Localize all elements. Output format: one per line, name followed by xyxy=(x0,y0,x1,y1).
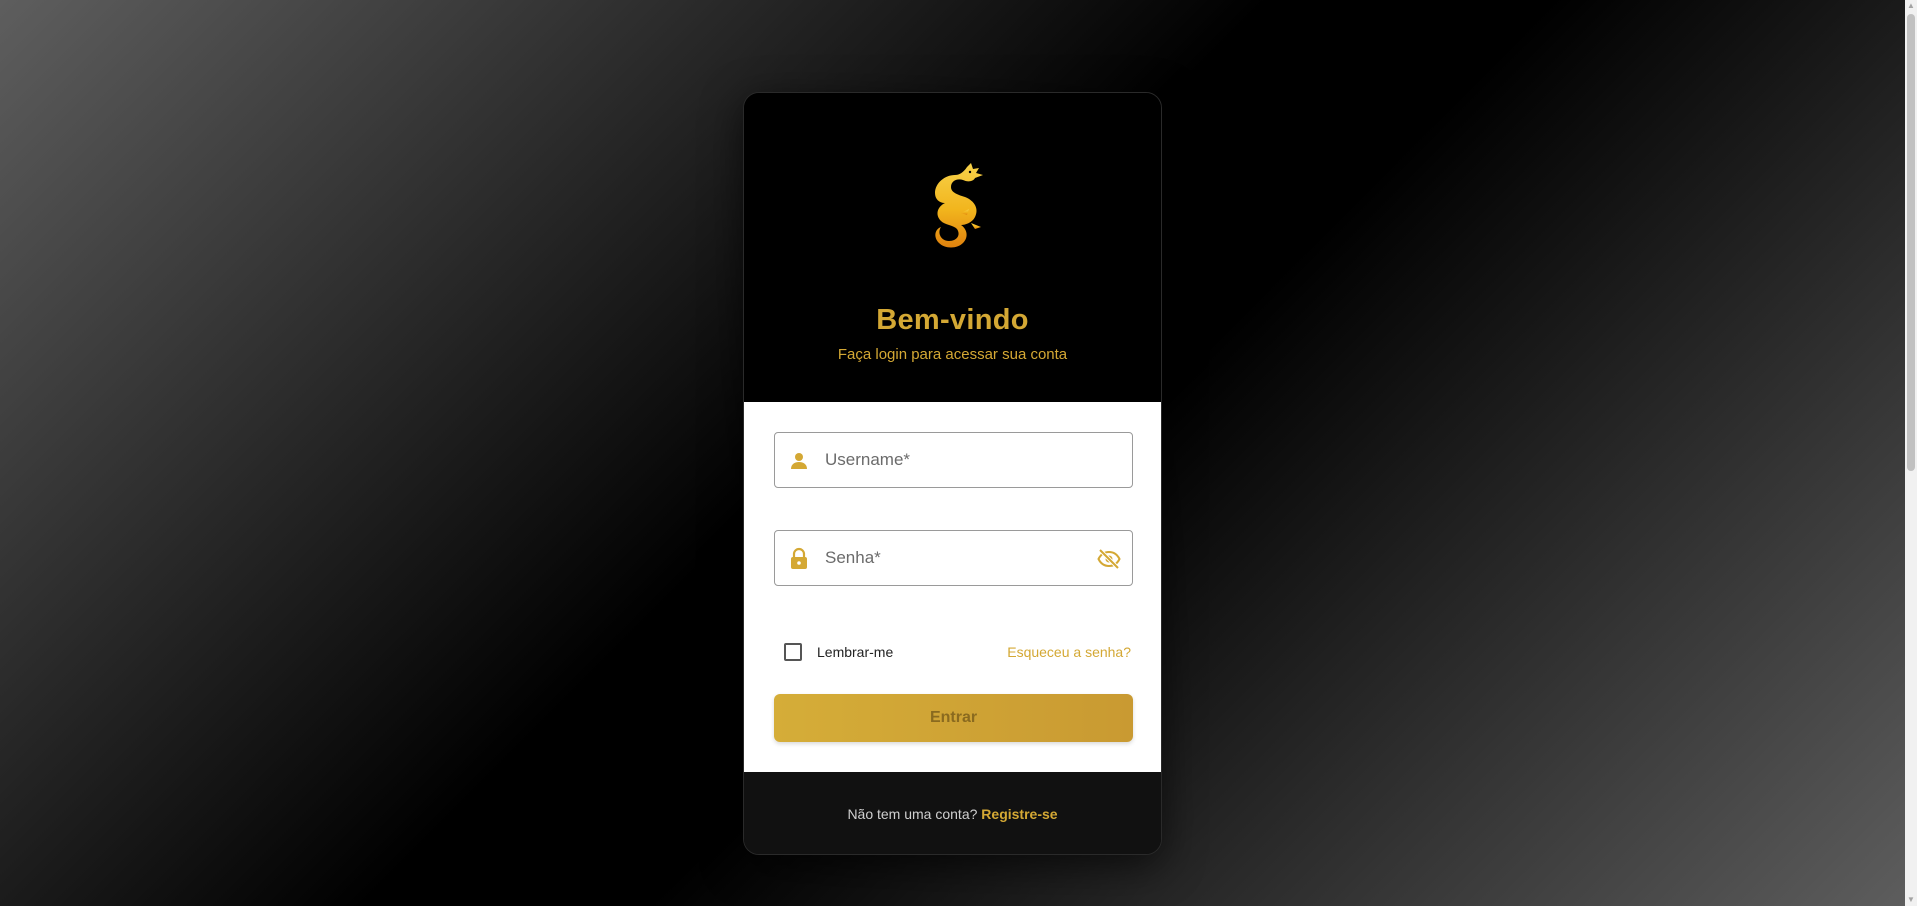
page-title: Bem-vindo xyxy=(876,304,1029,336)
register-link[interactable]: Registre-se xyxy=(981,806,1057,822)
login-form: Lembrar-me Esqueceu a senha? Entrar xyxy=(744,402,1161,772)
login-card: Bem-vindo Faça login para acessar sua co… xyxy=(743,92,1162,855)
username-input[interactable] xyxy=(825,433,1075,487)
login-button[interactable]: Entrar xyxy=(774,694,1133,742)
page-background: Bem-vindo Faça login para acessar sua co… xyxy=(0,0,1905,906)
scroll-down-icon[interactable]: ▼ xyxy=(1905,894,1917,906)
eye-off-icon[interactable] xyxy=(1097,547,1121,571)
lock-icon xyxy=(791,547,807,569)
scroll-up-icon[interactable]: ▲ xyxy=(1905,0,1917,12)
password-input[interactable] xyxy=(825,531,1075,585)
page-scrollbar[interactable]: ▲ ▼ xyxy=(1905,0,1917,906)
username-field[interactable] xyxy=(774,432,1133,488)
page-subtitle: Faça login para acessar sua conta xyxy=(837,346,1068,363)
forgot-password-link[interactable]: Esqueceu a senha? xyxy=(1007,644,1131,660)
dragon-logo-icon xyxy=(935,163,983,248)
scrollbar-thumb[interactable] xyxy=(1907,14,1915,471)
card-footer: Não tem uma conta? Registre-se xyxy=(744,772,1161,854)
person-icon xyxy=(791,453,807,469)
register-prompt: Não tem uma conta? xyxy=(847,806,982,822)
password-field[interactable] xyxy=(774,530,1133,586)
remember-me-label: Lembrar-me xyxy=(817,644,894,660)
checkbox-box[interactable] xyxy=(784,643,802,661)
remember-me-checkbox[interactable]: Lembrar-me xyxy=(784,641,893,663)
card-header: Bem-vindo Faça login para acessar sua co… xyxy=(744,93,1161,402)
